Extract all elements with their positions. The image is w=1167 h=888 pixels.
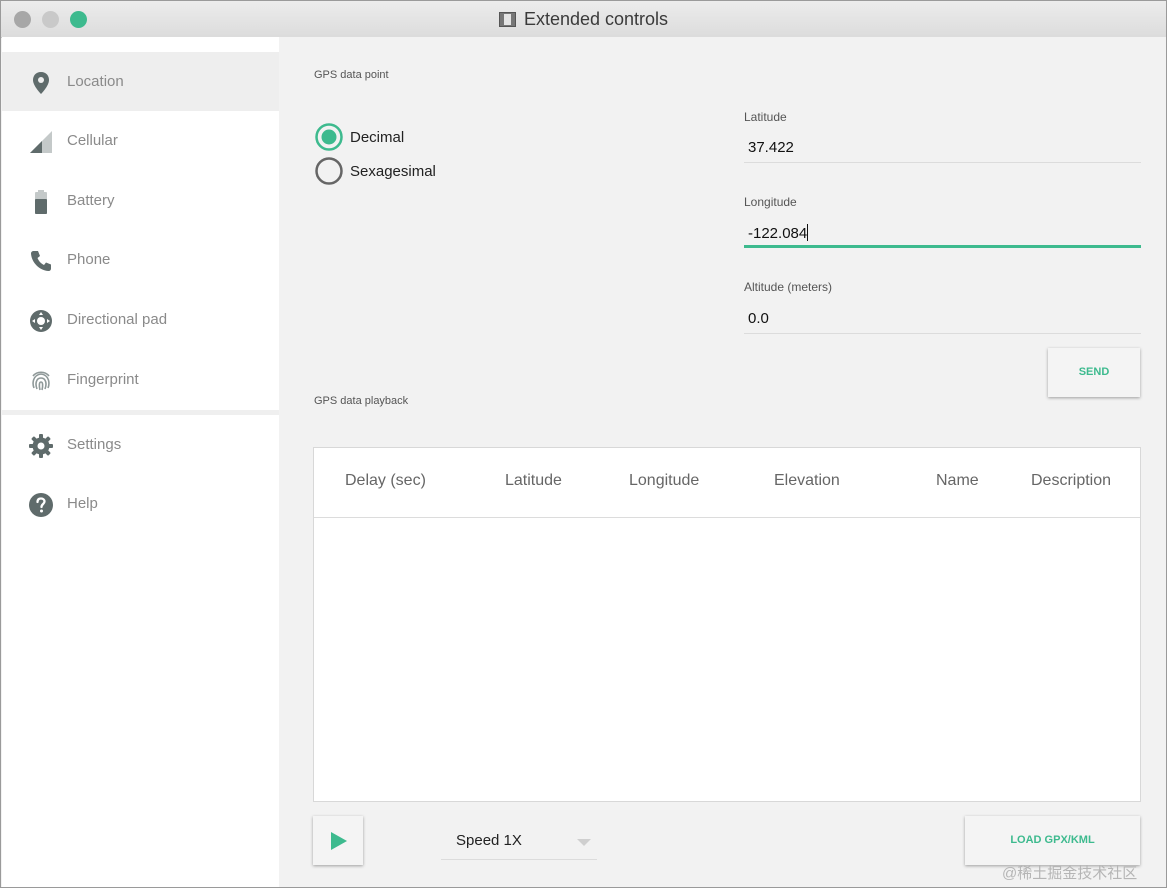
sidebar-item-help[interactable]: Help xyxy=(2,474,279,533)
main-panel: GPS data point Decimal Sexagesimal Latit… xyxy=(279,37,1166,887)
load-gpx-kml-button[interactable]: LOAD GPX/KML xyxy=(965,816,1140,865)
title-bar: Extended controls xyxy=(1,1,1166,38)
fingerprint-icon xyxy=(32,371,50,391)
gear-icon xyxy=(29,434,53,458)
column-header-longitude[interactable]: Longitude xyxy=(629,472,699,490)
sidebar-item-label: Phone xyxy=(67,251,111,268)
signal-icon xyxy=(30,131,52,153)
altitude-label: Altitude (meters) xyxy=(744,280,833,294)
play-icon xyxy=(331,832,347,850)
latitude-field[interactable]: 37.422 xyxy=(744,139,1141,163)
sidebar-item-directional-pad[interactable]: Directional pad xyxy=(2,290,279,349)
speed-value: Speed 1X xyxy=(456,832,522,849)
sidebar-item-label: Fingerprint xyxy=(67,371,139,388)
sidebar-item-label: Help xyxy=(67,495,98,512)
battery-icon xyxy=(35,190,47,214)
radio-decimal-label[interactable]: Decimal xyxy=(350,129,404,146)
sidebar-item-fingerprint[interactable]: Fingerprint xyxy=(2,350,279,409)
sidebar-item-label: Cellular xyxy=(67,132,118,149)
sidebar-item-cellular[interactable]: Cellular xyxy=(2,111,279,170)
column-header-name[interactable]: Name xyxy=(936,472,979,490)
gps-playback-table[interactable]: Delay (sec) Latitude Longitude Elevation… xyxy=(313,447,1141,802)
location-pin-icon xyxy=(33,72,49,94)
phone-icon xyxy=(31,251,51,271)
sidebar-item-battery[interactable]: Battery xyxy=(2,171,279,230)
device-icon xyxy=(498,12,516,27)
extended-controls-window: Extended controls Location Cellular Batt… xyxy=(0,0,1167,888)
sidebar-item-label: Directional pad xyxy=(67,311,168,328)
radio-decimal[interactable] xyxy=(315,123,343,151)
altitude-value: 0.0 xyxy=(748,310,769,327)
column-header-elevation[interactable]: Elevation xyxy=(774,472,840,490)
gps-playback-section-label: GPS data playback xyxy=(314,395,409,407)
sidebar-item-phone[interactable]: Phone xyxy=(2,230,279,289)
longitude-field[interactable]: -122.084 xyxy=(744,224,1141,248)
watermark: @稀土掘金技术社区 xyxy=(1002,865,1138,882)
longitude-label: Longitude xyxy=(744,195,797,209)
speed-select[interactable]: Speed 1X xyxy=(441,827,597,860)
chevron-down-icon xyxy=(577,839,591,846)
column-header-latitude[interactable]: Latitude xyxy=(505,472,562,490)
sidebar: Location Cellular Battery Phone Directio… xyxy=(2,37,279,887)
column-header-description[interactable]: Description xyxy=(1031,472,1111,490)
column-header-delay[interactable]: Delay (sec) xyxy=(345,472,426,490)
text-cursor xyxy=(807,224,809,241)
sidebar-item-label: Battery xyxy=(67,192,115,209)
sidebar-item-location[interactable]: Location xyxy=(2,52,279,111)
window-title: Extended controls xyxy=(1,9,1166,30)
sidebar-item-label: Settings xyxy=(67,436,122,453)
radio-sexagesimal[interactable] xyxy=(315,157,343,185)
dpad-icon xyxy=(30,310,52,332)
altitude-field[interactable]: 0.0 xyxy=(744,310,1141,334)
sidebar-item-label: Location xyxy=(67,73,124,90)
table-header: Delay (sec) Latitude Longitude Elevation… xyxy=(314,448,1140,518)
longitude-value: -122.084 xyxy=(748,225,808,242)
sidebar-item-settings[interactable]: Settings xyxy=(2,415,279,474)
latitude-label: Latitude xyxy=(744,110,787,124)
latitude-value: 37.422 xyxy=(748,139,794,156)
play-button[interactable] xyxy=(313,816,363,865)
help-icon xyxy=(29,493,53,517)
send-button[interactable]: SEND xyxy=(1048,348,1140,397)
gps-point-section-label: GPS data point xyxy=(314,69,389,81)
radio-sexagesimal-label[interactable]: Sexagesimal xyxy=(350,163,436,180)
